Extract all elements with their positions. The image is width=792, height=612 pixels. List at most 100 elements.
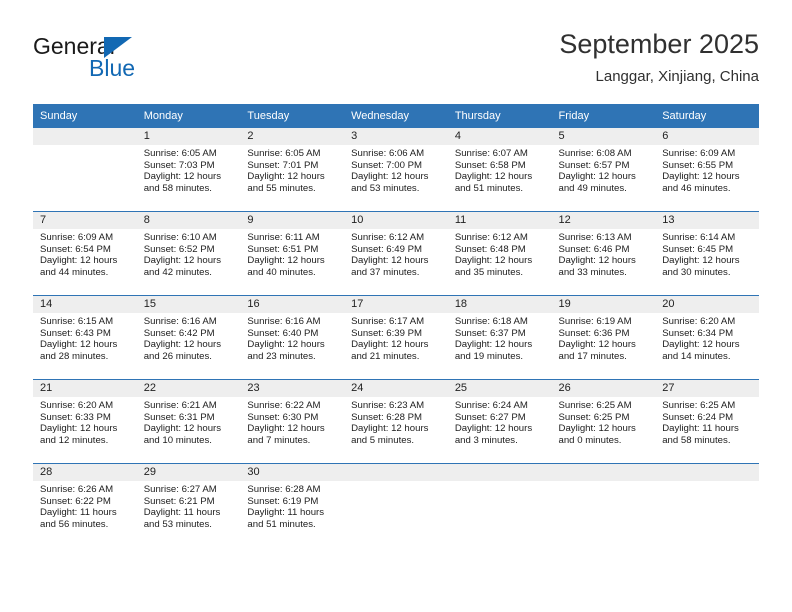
daylight-text-line1: Daylight: 12 hours (351, 339, 429, 351)
sunset-text: Sunset: 7:03 PM (143, 159, 215, 171)
day-number: 3 (344, 128, 448, 145)
day-6[interactable]: 6 Sunrise: 6:09 AM Sunset: 6:55 PM Daylight… (655, 128, 759, 211)
day-sun-info: Sunrise: 6:10 AM Sunset: 6:52 PM Daylight:… (137, 229, 241, 278)
day-7[interactable]: 7 Sunrise: 6:09 AM Sunset: 6:54 PM Daylight… (33, 212, 137, 295)
day-number: 24 (344, 380, 448, 397)
day-3[interactable]: 3 Sunrise: 6:06 AM Sunset: 7:00 PM Daylight… (344, 128, 448, 211)
daylight-text-line2: and 35 minutes. (454, 266, 524, 278)
daylight-text-line1: Daylight: 11 hours (143, 507, 221, 519)
sunrise-text: Sunrise: 6:20 AM (662, 316, 736, 327)
day-sun-info: Sunrise: 6:21 AM Sunset: 6:31 PM Daylight:… (137, 397, 241, 446)
day-17[interactable]: 17 Sunrise: 6:17 AM Sunset: 6:39 PM Dayligh… (344, 296, 448, 379)
sunset-text: Sunset: 6:43 PM (40, 327, 111, 339)
empty-day (551, 464, 656, 547)
day-number-strip (551, 464, 656, 481)
daylight-text-line1: Daylight: 12 hours (558, 171, 636, 183)
calendar-day-cell: 28 Sunrise: 6:26 AM Sunset: 6:22 PM Dayligh… (33, 463, 137, 547)
day-22[interactable]: 22 Sunrise: 6:21 AM Sunset: 6:31 PM Dayligh… (136, 380, 241, 463)
daylight-text-line2: and 28 minutes. (40, 350, 109, 362)
day-4[interactable]: 4 Sunrise: 6:07 AM Sunset: 6:58 PM Daylight… (447, 128, 552, 211)
sunset-text: Sunset: 6:57 PM (558, 159, 630, 171)
daylight-text-line1: Daylight: 12 hours (247, 171, 325, 183)
day-number: 5 (551, 128, 656, 145)
calendar-day-cell: 3 Sunrise: 6:06 AM Sunset: 7:00 PM Daylight… (344, 127, 448, 212)
day-12[interactable]: 12 Sunrise: 6:13 AM Sunset: 6:46 PM Dayligh… (551, 212, 656, 295)
day-10[interactable]: 10 Sunrise: 6:12 AM Sunset: 6:49 PM Dayligh… (344, 212, 448, 295)
day-24[interactable]: 24 Sunrise: 6:23 AM Sunset: 6:28 PM Dayligh… (344, 380, 448, 463)
daylight-text-line1: Daylight: 12 hours (247, 423, 325, 435)
day-15[interactable]: 15 Sunrise: 6:16 AM Sunset: 6:42 PM Dayligh… (136, 296, 241, 379)
day-11[interactable]: 11 Sunrise: 6:12 AM Sunset: 6:48 PM Dayligh… (447, 212, 552, 295)
day-sun-info: Sunrise: 6:12 AM Sunset: 6:49 PM Daylight:… (344, 229, 448, 278)
sunrise-text: Sunrise: 6:26 AM (40, 484, 114, 495)
day-14[interactable]: 14 Sunrise: 6:15 AM Sunset: 6:43 PM Dayligh… (33, 296, 137, 379)
calendar-day-cell: 17 Sunrise: 6:17 AM Sunset: 6:39 PM Dayligh… (344, 295, 448, 380)
daylight-text-line1: Daylight: 12 hours (351, 171, 429, 183)
daylight-text-line2: and 51 minutes. (454, 182, 524, 194)
day-sun-info: Sunrise: 6:20 AM Sunset: 6:33 PM Daylight:… (33, 397, 137, 446)
day-21[interactable]: 21 Sunrise: 6:20 AM Sunset: 6:33 PM Dayligh… (33, 380, 137, 463)
day-28[interactable]: 28 Sunrise: 6:26 AM Sunset: 6:22 PM Dayligh… (33, 464, 137, 547)
day-20[interactable]: 20 Sunrise: 6:20 AM Sunset: 6:34 PM Dayligh… (655, 296, 759, 379)
calendar-day-cell-empty (551, 463, 656, 547)
sunset-text: Sunset: 6:51 PM (247, 243, 319, 255)
weekday-header-tuesday: Tuesday (240, 104, 345, 128)
sunrise-text: Sunrise: 6:15 AM (40, 316, 114, 327)
calendar-day-cell: 26 Sunrise: 6:25 AM Sunset: 6:25 PM Dayligh… (551, 379, 656, 464)
day-16[interactable]: 16 Sunrise: 6:16 AM Sunset: 6:40 PM Dayligh… (240, 296, 345, 379)
sunset-text: Sunset: 6:30 PM (247, 411, 319, 423)
day-25[interactable]: 25 Sunrise: 6:24 AM Sunset: 6:27 PM Dayligh… (447, 380, 552, 463)
daylight-text-line2: and 30 minutes. (662, 266, 731, 278)
day-29[interactable]: 29 Sunrise: 6:27 AM Sunset: 6:21 PM Dayligh… (136, 464, 241, 547)
sunrise-text: Sunrise: 6:07 AM (454, 148, 528, 159)
daylight-text-line2: and 53 minutes. (351, 182, 420, 194)
day-18[interactable]: 18 Sunrise: 6:18 AM Sunset: 6:37 PM Dayligh… (447, 296, 552, 379)
sunset-text: Sunset: 6:39 PM (351, 327, 423, 339)
day-26[interactable]: 26 Sunrise: 6:25 AM Sunset: 6:25 PM Dayligh… (551, 380, 656, 463)
calendar-day-cell: 16 Sunrise: 6:16 AM Sunset: 6:40 PM Dayligh… (240, 295, 345, 380)
sunset-text: Sunset: 6:55 PM (662, 159, 734, 171)
calendar-day-cell: 22 Sunrise: 6:21 AM Sunset: 6:31 PM Dayligh… (136, 379, 241, 464)
day-30[interactable]: 30 Sunrise: 6:28 AM Sunset: 6:19 PM Dayligh… (240, 464, 345, 547)
day-number: 4 (447, 128, 552, 145)
sunset-text: Sunset: 7:01 PM (247, 159, 319, 171)
day-19[interactable]: 19 Sunrise: 6:19 AM Sunset: 6:36 PM Dayligh… (551, 296, 656, 379)
sunrise-text: Sunrise: 6:20 AM (40, 400, 114, 411)
day-8[interactable]: 8 Sunrise: 6:10 AM Sunset: 6:52 PM Daylight… (136, 212, 241, 295)
day-number-strip (447, 464, 552, 481)
calendar-day-cell: 24 Sunrise: 6:23 AM Sunset: 6:28 PM Dayligh… (344, 379, 448, 464)
sunrise-text: Sunrise: 6:09 AM (40, 232, 114, 243)
calendar-day-cell-empty (447, 463, 552, 547)
day-2[interactable]: 2 Sunrise: 6:05 AM Sunset: 7:01 PM Daylight… (240, 128, 345, 211)
sunrise-text: Sunrise: 6:13 AM (558, 232, 632, 243)
day-9[interactable]: 9 Sunrise: 6:11 AM Sunset: 6:51 PM Daylight… (240, 212, 345, 295)
sunset-text: Sunset: 6:40 PM (247, 327, 319, 339)
general-blue-logo[interactable]: General Blue (33, 34, 253, 90)
day-sun-info: Sunrise: 6:08 AM Sunset: 6:57 PM Daylight:… (552, 145, 656, 194)
empty-day (655, 464, 759, 547)
day-1[interactable]: 1 Sunrise: 6:05 AM Sunset: 7:03 PM Daylight… (136, 128, 241, 211)
weekday-header-sunday: Sunday (33, 104, 137, 128)
day-sun-info: Sunrise: 6:28 AM Sunset: 6:19 PM Daylight:… (240, 481, 344, 530)
calendar-week-row: 28 Sunrise: 6:26 AM Sunset: 6:22 PM Dayligh… (33, 463, 759, 547)
day-5[interactable]: 5 Sunrise: 6:08 AM Sunset: 6:57 PM Daylight… (551, 128, 656, 211)
calendar-day-cell: 8 Sunrise: 6:10 AM Sunset: 6:52 PM Daylight… (136, 211, 241, 296)
daylight-text-line1: Daylight: 12 hours (662, 171, 740, 183)
day-number: 14 (33, 296, 137, 313)
daylight-text-line2: and 37 minutes. (351, 266, 420, 278)
day-23[interactable]: 23 Sunrise: 6:22 AM Sunset: 6:30 PM Dayligh… (240, 380, 345, 463)
calendar-day-cell: 25 Sunrise: 6:24 AM Sunset: 6:27 PM Dayligh… (447, 379, 552, 464)
sunrise-text: Sunrise: 6:16 AM (143, 316, 217, 327)
day-13[interactable]: 13 Sunrise: 6:14 AM Sunset: 6:45 PM Dayligh… (655, 212, 759, 295)
day-number: 19 (551, 296, 656, 313)
logo-text-blue: Blue (89, 55, 136, 81)
day-27[interactable]: 27 Sunrise: 6:25 AM Sunset: 6:24 PM Dayligh… (655, 380, 759, 463)
day-number: 27 (655, 380, 759, 397)
day-number: 9 (240, 212, 345, 229)
day-number: 13 (655, 212, 759, 229)
daylight-text-line1: Daylight: 12 hours (454, 423, 533, 435)
day-number: 16 (240, 296, 345, 313)
calendar-day-cell: 14 Sunrise: 6:15 AM Sunset: 6:43 PM Dayligh… (33, 295, 137, 380)
calendar-day-cell: 19 Sunrise: 6:19 AM Sunset: 6:36 PM Dayligh… (551, 295, 656, 380)
calendar-week-row: 1 Sunrise: 6:05 AM Sunset: 7:03 PM Daylight… (33, 127, 759, 212)
